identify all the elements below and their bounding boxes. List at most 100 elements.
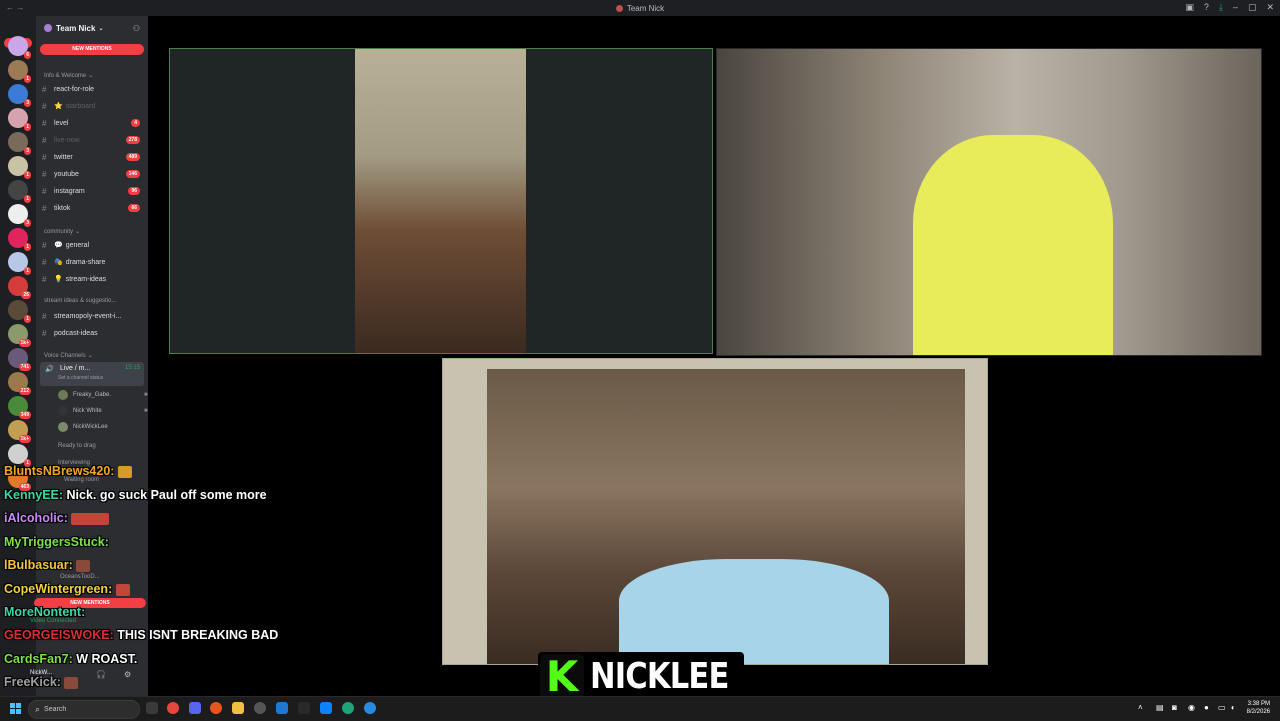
hash-icon: # (42, 257, 47, 267)
clock[interactable]: 3:38 PM 8/2/2026 (1247, 700, 1270, 716)
guild-icon (44, 24, 52, 32)
app-icon[interactable] (210, 702, 222, 714)
network-icon[interactable]: ▭ (1218, 703, 1226, 712)
voice-member[interactable]: Nick White ■ (58, 404, 148, 418)
chat-message: FreeKick: (4, 675, 79, 689)
hash-icon: # (42, 84, 47, 94)
gear-icon[interactable]: ⚙ (124, 670, 131, 679)
headphones-icon[interactable]: 🎧 (96, 670, 106, 679)
server-avatar[interactable]: 26 (8, 276, 31, 299)
channel-react-for-role[interactable]: # react-for-role (36, 82, 148, 96)
channel-general[interactable]: # 💬 general (36, 238, 148, 252)
hash-icon: # (42, 274, 47, 284)
category-stream-ideas[interactable]: stream ideas & suggestio... (44, 298, 116, 304)
server-avatar[interactable]: 3 (8, 132, 31, 155)
channel-tiktok[interactable]: # tiktok 66 (36, 201, 148, 215)
video-tile-1[interactable] (169, 48, 713, 354)
voice-member-oceans[interactable]: OceansTooD... (60, 574, 100, 580)
server-avatar[interactable]: 3 (8, 84, 31, 107)
emote-icon (115, 583, 130, 596)
chevron-down-icon: ⌄ (75, 229, 81, 235)
channel-twitter[interactable]: # twitter 489 (36, 150, 148, 164)
chat-message: CardsFan7: W ROAST. (4, 652, 138, 666)
video-tile-2[interactable] (716, 48, 1262, 356)
help-icon[interactable]: ? (1204, 2, 1209, 13)
maximize-icon[interactable]: ▢ (1248, 2, 1257, 13)
close-icon[interactable]: ✕ (1266, 2, 1274, 13)
app-icon[interactable] (320, 702, 332, 714)
app-icon[interactable] (276, 702, 288, 714)
lightbulb-icon: 💡 (54, 276, 63, 283)
obs-icon[interactable] (254, 702, 266, 714)
channel-stream-ideas[interactable]: # 💡 stream-ideas (36, 272, 148, 286)
channel-level[interactable]: # level 4 (36, 116, 148, 130)
add-member-icon[interactable]: ⚇ (133, 24, 140, 33)
server-avatar[interactable]: 1k+ (8, 420, 31, 443)
hash-icon: # (42, 186, 47, 196)
discord-icon[interactable] (189, 702, 201, 714)
channel-instagram[interactable]: # instagram 96 (36, 184, 148, 198)
channel-live-now[interactable]: # live-now 278 (36, 133, 148, 147)
microphone-icon[interactable]: ● (1204, 703, 1209, 712)
server-avatar[interactable]: 1 (8, 60, 31, 83)
chevron-down-icon: ⌄ (88, 73, 94, 79)
chrome-icon[interactable] (167, 702, 179, 714)
server-avatar[interactable]: 741 (8, 348, 31, 371)
category-voice[interactable]: Voice Channels ⌄ (44, 352, 93, 360)
channel-podcast-ideas[interactable]: # podcast-ideas (36, 326, 148, 340)
drama-icon: 🎭 (54, 259, 63, 266)
channel-drama-share[interactable]: # 🎭 drama-share (36, 255, 148, 269)
server-avatar[interactable]: 1 (8, 444, 31, 467)
download-icon[interactable]: ⤓ (1219, 2, 1223, 13)
category-info[interactable]: Info & Welcome ⌄ (44, 72, 94, 80)
chat-message: BluntsNBrews420: (4, 464, 132, 478)
volume-icon[interactable]: ◖ (1230, 703, 1235, 712)
server-avatar[interactable]: 1 (8, 108, 31, 131)
category-community[interactable]: community ⌄ (44, 228, 81, 236)
voice-channel-live[interactable]: 🔊 Live / m... 15:15 Set a channel status (40, 362, 144, 386)
inbox-icon[interactable]: ▣ (1185, 2, 1194, 13)
new-mentions-pill[interactable]: NEW MENTIONS (40, 44, 144, 55)
voice-member[interactable]: NickWickLee (58, 420, 108, 434)
edge-icon[interactable] (342, 702, 354, 714)
channel-starboard[interactable]: # ⭐ starboard (36, 99, 148, 113)
hash-icon: # (42, 328, 47, 338)
task-view-icon[interactable] (146, 702, 158, 714)
server-avatar[interactable]: 6 (8, 36, 31, 59)
tray-app-icon[interactable]: ▤ (1156, 703, 1164, 712)
chevron-up-icon[interactable]: ˄ (1138, 703, 1143, 712)
chevron-down-icon: ⌄ (98, 25, 104, 32)
voice-channel-ready[interactable]: Ready to drag (58, 443, 96, 449)
guild-header[interactable]: Team Nick ⌄ ⚇ (36, 16, 148, 40)
channel-youtube[interactable]: # youtube 146 (36, 167, 148, 181)
minimize-icon[interactable]: – (1233, 2, 1238, 13)
server-avatar[interactable]: 1 (8, 228, 31, 251)
file-explorer-icon[interactable] (232, 702, 244, 714)
chat-message: KennyEE: Nick. go suck Paul off some mor… (4, 488, 267, 502)
app-icon[interactable] (298, 702, 310, 714)
server-avatar[interactable]: 1 (8, 180, 31, 203)
voice-member[interactable]: Freaky_Gabe. ■ (58, 388, 148, 402)
server-avatar[interactable]: 349 (8, 396, 31, 419)
chat-message: CopeWintergreen: (4, 582, 130, 596)
server-avatar[interactable]: 1 (8, 156, 31, 179)
taskbar-search[interactable]: ⌕ Search (28, 700, 140, 719)
chat-message: lBulbasuar: (4, 558, 91, 572)
server-avatar[interactable]: 212 (8, 372, 31, 395)
avatar (58, 390, 68, 400)
server-avatar[interactable]: 1 (8, 252, 31, 275)
video-tile-3[interactable] (442, 358, 988, 665)
hash-icon: # (42, 203, 47, 213)
video-subject (619, 559, 889, 664)
tray-app-icon[interactable]: ◉ (1188, 703, 1195, 712)
server-avatar[interactable]: 1 (8, 300, 31, 323)
search-icon: ⌕ (35, 704, 41, 714)
channel-streamopoly[interactable]: # streamopoly-event-i... (36, 309, 148, 323)
chat-message: iAlcoholic: (4, 511, 110, 525)
browser-icon[interactable] (364, 702, 376, 714)
nav-arrows-icon[interactable]: ← → (6, 3, 24, 12)
windows-start-icon[interactable] (10, 703, 22, 715)
server-avatar[interactable]: 1k+ (8, 324, 31, 347)
server-avatar[interactable]: 3 (8, 204, 31, 227)
tray-app-icon[interactable]: ◙ (1172, 703, 1177, 712)
